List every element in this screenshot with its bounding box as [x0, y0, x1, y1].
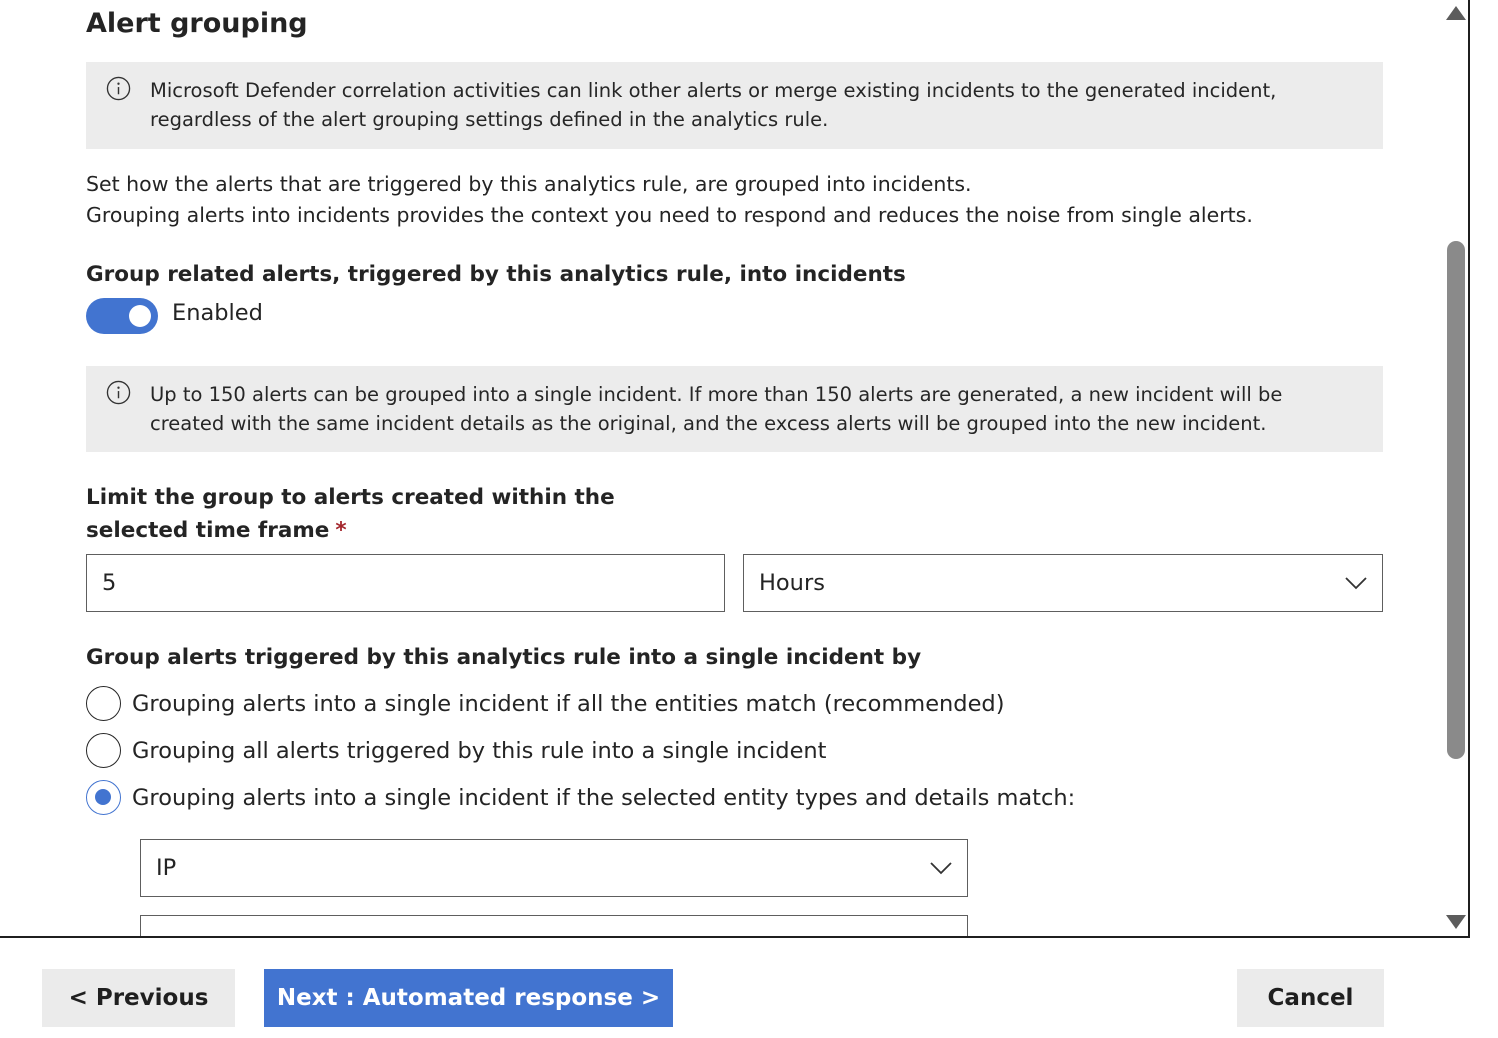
entity-details-dropdown[interactable]	[140, 915, 968, 937]
toggle-state-label: Enabled	[172, 300, 263, 326]
radio-option-single-incident[interactable]: Grouping all alerts triggered by this ru…	[86, 733, 827, 768]
radio-label: Grouping all alerts triggered by this ru…	[132, 737, 827, 764]
time-frame-label-text: Limit the group to alerts created within…	[86, 485, 615, 543]
group-toggle-label: Group related alerts, triggered by this …	[86, 262, 906, 287]
info-icon	[106, 380, 131, 405]
section-description: Set how the alerts that are triggered by…	[86, 169, 1253, 231]
panel-right-border	[1468, 0, 1470, 937]
scroll-up-arrow-icon[interactable]	[1446, 6, 1466, 20]
section-title: Alert grouping	[86, 8, 308, 39]
description-line-1: Set how the alerts that are triggered by…	[86, 172, 972, 196]
time-frame-value-input[interactable]: 5	[86, 554, 725, 612]
next-button[interactable]: Next : Automated response >	[264, 969, 673, 1027]
radio-option-all-entities[interactable]: Grouping alerts into a single incident i…	[86, 686, 1004, 721]
grouping-method-label: Group alerts triggered by this analytics…	[86, 645, 922, 670]
description-line-2: Grouping alerts into incidents provides …	[86, 203, 1253, 227]
scroll-down-arrow-icon[interactable]	[1446, 915, 1466, 929]
radio-option-selected-entities[interactable]: Grouping alerts into a single incident i…	[86, 780, 1075, 815]
radio-label: Grouping alerts into a single incident i…	[132, 690, 1005, 717]
radio-button[interactable]	[86, 733, 121, 768]
time-unit-dropdown[interactable]: Hours	[743, 554, 1383, 612]
radio-button-checked[interactable]	[86, 780, 121, 815]
correlation-info-text: Microsoft Defender correlation activitie…	[150, 79, 1277, 131]
time-frame-label: Limit the group to alerts created within…	[86, 481, 686, 547]
chevron-down-icon	[1345, 577, 1367, 590]
group-alerts-toggle[interactable]	[86, 298, 158, 334]
entity-type-dropdown[interactable]: IP	[140, 839, 968, 897]
info-icon	[106, 76, 131, 101]
required-marker: *	[335, 518, 347, 543]
correlation-info-note: Microsoft Defender correlation activitie…	[86, 62, 1383, 149]
radio-label: Grouping alerts into a single incident i…	[132, 784, 1076, 811]
cancel-button[interactable]: Cancel	[1237, 969, 1384, 1027]
time-unit-value: Hours	[759, 570, 825, 596]
toggle-knob	[129, 305, 151, 327]
panel-bottom-border	[0, 936, 1470, 938]
previous-button[interactable]: < Previous	[42, 969, 235, 1027]
time-frame-value: 5	[102, 570, 117, 596]
limit-info-note: Up to 150 alerts can be grouped into a s…	[86, 366, 1383, 452]
wizard-scroll-area: Alert grouping Microsoft Defender correl…	[0, 0, 1470, 937]
radio-button[interactable]	[86, 686, 121, 721]
limit-info-text: Up to 150 alerts can be grouped into a s…	[150, 383, 1283, 435]
entity-type-value: IP	[156, 855, 177, 881]
chevron-down-icon	[930, 862, 952, 875]
scrollbar-thumb[interactable]	[1447, 241, 1465, 759]
